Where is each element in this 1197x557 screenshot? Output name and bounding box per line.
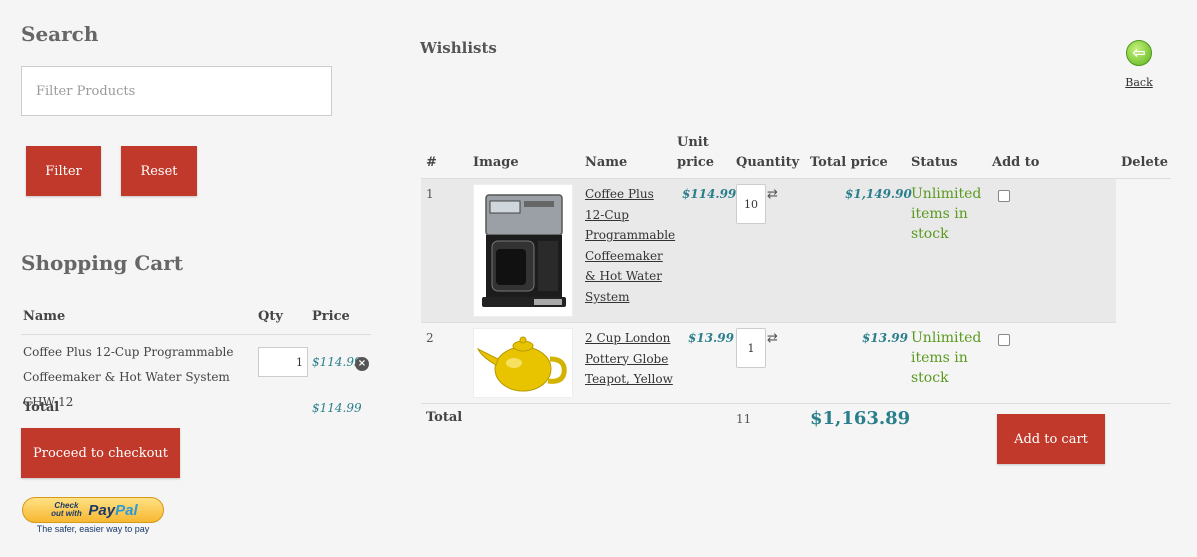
wishlist-column-status: Status [911,155,958,170]
refresh-icon[interactable]: ⇄ [767,331,778,346]
paypal-wordmark-pay: Pay [88,501,116,519]
cart-column-price: Price [312,309,350,324]
cart-item-qty-input[interactable] [258,347,308,377]
quantity-input[interactable] [736,184,766,224]
add-to-cart-checkbox[interactable] [998,190,1010,202]
paypal-wordmark-pal: Pal [115,501,138,519]
remove-icon[interactable]: × [355,357,369,371]
refresh-icon[interactable]: ⇄ [767,187,778,202]
reset-button[interactable]: Reset [121,146,197,196]
search-heading: Search [21,22,99,46]
product-image-teapot[interactable] [473,328,573,398]
wishlist-column-total-price: Total price [810,155,888,170]
total-divider [421,403,1171,404]
filter-button[interactable]: Filter [26,146,101,196]
wishlist-total-label: Total [426,410,463,425]
back-control[interactable]: ⇦ Back [1121,40,1157,89]
stock-status: Unlimited items in stock [911,186,982,242]
paypal-tagline: The safer, easier way to pay [36,524,150,534]
shopping-cart-heading: Shopping Cart [21,251,184,275]
add-to-cart-button[interactable]: Add to cart [997,414,1105,464]
product-link[interactable]: 2 Cup London Pottery Globe Teapot, Yello… [585,328,673,390]
product-image-coffeemaker[interactable] [473,184,573,317]
row-number: 2 [426,331,434,345]
cart-column-name: Name [23,309,66,324]
cart-total-label: Total [23,400,60,415]
filter-products-input[interactable] [21,66,332,116]
wishlist-column-unit-price: Unit price [677,135,715,170]
wishlist-column-delete: Delete [1121,155,1169,170]
cart-column-qty: Qty [258,309,283,324]
wishlist-column-image: Image [473,155,519,170]
paypal-small-text: Check out with [51,501,82,518]
add-to-cart-checkbox[interactable] [998,334,1010,346]
paypal-logo: Check out with PayPal [22,497,164,523]
total-price: $1,149.90 [845,187,912,201]
product-link[interactable]: Coffee Plus 12-Cup Programmable Coffeema… [585,184,675,308]
total-price: $13.99 [862,331,908,345]
wishlist-column-name: Name [585,155,628,170]
stock-status: Unlimited items in stock [911,330,982,386]
back-arrow-icon[interactable]: ⇦ [1126,40,1152,66]
teapot-image [476,336,567,392]
wishlist-total-quantity: 11 [736,412,752,426]
paypal-wordmark: PayPal [88,502,137,519]
paypal-checkout-button[interactable]: Check out with PayPal The safer, easier … [22,497,164,534]
wishlist-column-quantity: Quantity [736,155,800,170]
wishlist-column-num: # [426,155,437,170]
back-link[interactable]: Back [1121,76,1157,89]
wishlists-heading: Wishlists [420,39,497,57]
unit-price: $114.99 [682,187,737,201]
cart-total-value: $114.99 [312,401,362,415]
proceed-to-checkout-button[interactable]: Proceed to checkout [21,428,180,478]
row-number: 1 [426,187,434,201]
quantity-input[interactable] [736,328,766,368]
coffeemaker-image [482,194,566,307]
row-divider [421,322,1116,323]
wishlist-column-add-to: Add to [992,155,1040,170]
cart-header-divider [21,334,371,335]
unit-price: $13.99 [688,331,734,345]
wishlist-grand-total: $1,163.89 [810,408,911,429]
